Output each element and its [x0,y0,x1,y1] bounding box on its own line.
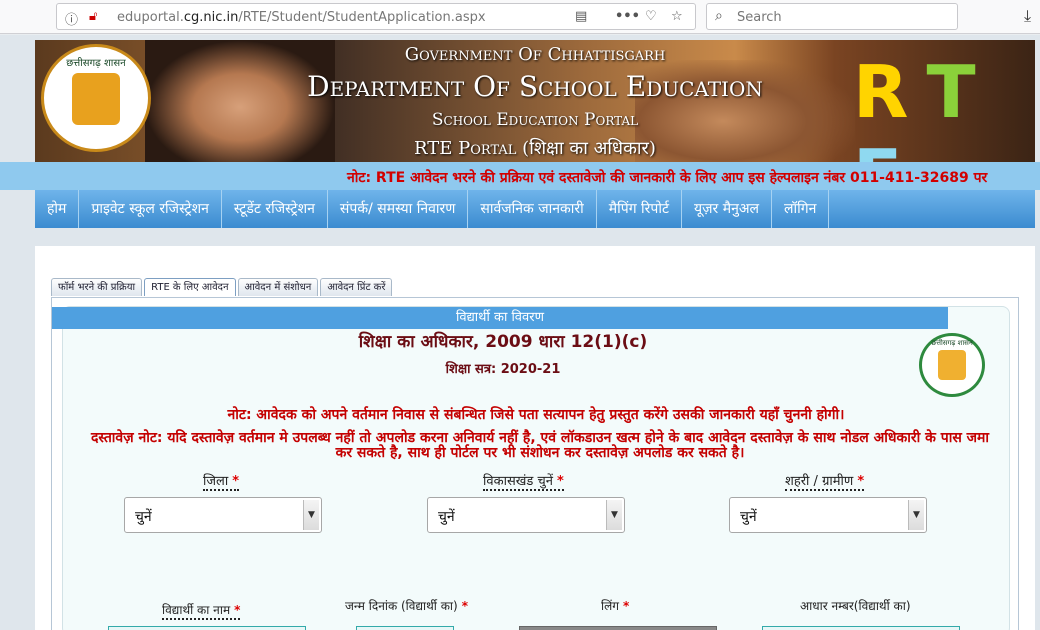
rte-letter-t: T [926,50,994,134]
chevron-down-icon[interactable]: ▼ [303,500,319,530]
application-form: शिक्षा का अधिकार, 2009 धारा 12(1)(c) शिक… [62,306,1010,630]
rte-letter-r: R [853,50,927,134]
block-select[interactable]: चुनें ▼ [427,497,625,533]
header-banner: छत्तीसगढ़ शासन Government Of Chhattisgar… [35,40,1035,162]
nav-contact-support[interactable]: संपर्क/ समस्या निवारण [328,190,469,228]
helpline-marquee: नोट: RTE आवेदन भरने की प्रक्रिया एवं दस्… [0,162,1040,190]
rte-letter-e: E [853,134,920,162]
required-marker: * [232,474,240,489]
required-marker: * [461,599,468,613]
form-title: शिक्षा का अधिकार, 2009 धारा 12(1)(c) [358,332,648,352]
district-label: जिला * [203,471,240,491]
district-select[interactable]: चुनें ▼ [124,497,322,533]
required-marker: * [857,474,865,489]
download-icon[interactable]: ⤓ [1024,6,1031,26]
pocket-icon[interactable]: ♡ [645,9,657,24]
block-label: विकासखंड चुनें * [483,471,564,491]
nav-home[interactable]: होम [35,190,80,228]
dob-label: जन्म दिनांक (विद्यार्थी का) * [345,599,468,613]
nav-login[interactable]: लॉगिन [772,190,830,228]
content-panel: फॉर्म भरने की प्रक्रिया RTE के लिए आवेदन… [35,246,1035,630]
tab-application-print[interactable]: आवेदन प्रिंट करें [320,278,393,296]
search-placeholder: Search [737,10,782,25]
info-icon[interactable]: ⓘ [65,9,78,28]
main-nav: होम प्राइवेट स्कूल रजिस्ट्रेशन स्टूडेंट … [35,190,1035,228]
more-actions-icon[interactable]: ••• [615,9,640,24]
dob-input[interactable] [356,626,454,630]
gender-select[interactable] [519,626,717,630]
seal-text: छत्तीसगढ़ शासन [931,339,973,347]
required-marker: * [556,474,564,489]
url-text[interactable]: eduportal.cg.nic.in/RTE/Student/StudentA… [117,10,486,25]
reader-view-icon[interactable]: ▤ [575,9,587,24]
bookmark-star-icon[interactable]: ☆ [671,9,683,24]
insecure-lock-icon[interactable]: 🔓︎ [89,9,97,24]
aadhar-input[interactable] [762,626,960,630]
helpline-note: नोट: RTE आवेदन भरने की प्रक्रिया एवं दस्… [347,170,988,186]
student-name-input[interactable] [108,626,306,630]
tab-application-edit[interactable]: आवेदन में संशोधन [237,278,319,296]
nav-public-info[interactable]: सार्वजनिक जानकारी [468,190,597,228]
area-type-select[interactable]: चुनें ▼ [729,497,927,533]
tab-form-process[interactable]: फॉर्म भरने की प्रक्रिया [51,278,143,296]
student-name-label: विद्यार्थी का नाम * [162,601,241,620]
search-bar[interactable]: ⌕ Search [706,3,958,30]
nav-private-school-registration[interactable]: प्राइवेट स्कूल रजिस्ट्रेशन [79,190,222,228]
document-note: दस्तावेज़ नोट: यदि दस्तावेज़ वर्तमान मे … [90,430,990,461]
gender-label: लिंग * [601,599,630,613]
tab-panel: शिक्षा का अधिकार, 2009 धारा 12(1)(c) शिक… [51,297,1019,630]
nav-mapping-report[interactable]: मैपिंग रिपोर्ट [597,190,683,228]
form-session: शिक्षा सत्र: 2020-21 [445,362,561,377]
required-marker: * [623,599,630,613]
search-icon: ⌕ [715,8,723,24]
chevron-down-icon[interactable]: ▼ [908,500,924,530]
cg-seal-logo: छत्तीसगढ़ शासन [919,333,985,397]
aadhar-label: आधार नम्बर(विद्यार्थी का) [800,599,911,613]
browser-toolbar: ⓘ 🔓︎ eduportal.cg.nic.in/RTE/Student/Stu… [0,0,1040,34]
required-marker: * [234,603,241,617]
tab-rte-application[interactable]: RTE के लिए आवेदन [144,278,236,296]
student-details-header: विद्यार्थी का विवरण [52,307,948,329]
nav-student-registration[interactable]: स्टूडेंट रजिस्ट्रेशन [222,190,328,228]
address-bar[interactable]: ⓘ 🔓︎ eduportal.cg.nic.in/RTE/Student/Stu… [56,3,696,30]
tab-strip: फॉर्म भरने की प्रक्रिया RTE के लिए आवेदन… [51,278,393,296]
rte-logo: RTE [853,50,1035,162]
address-note: नोट: आवेदक को अपने वर्तमान निवास से संबन… [227,407,845,423]
area-type-label: शहरी / ग्रामीण * [785,471,865,491]
chevron-down-icon[interactable]: ▼ [606,500,622,530]
seal-emblem-icon [938,350,966,380]
nav-user-manual[interactable]: यूज़र मैनुअल [682,190,773,228]
